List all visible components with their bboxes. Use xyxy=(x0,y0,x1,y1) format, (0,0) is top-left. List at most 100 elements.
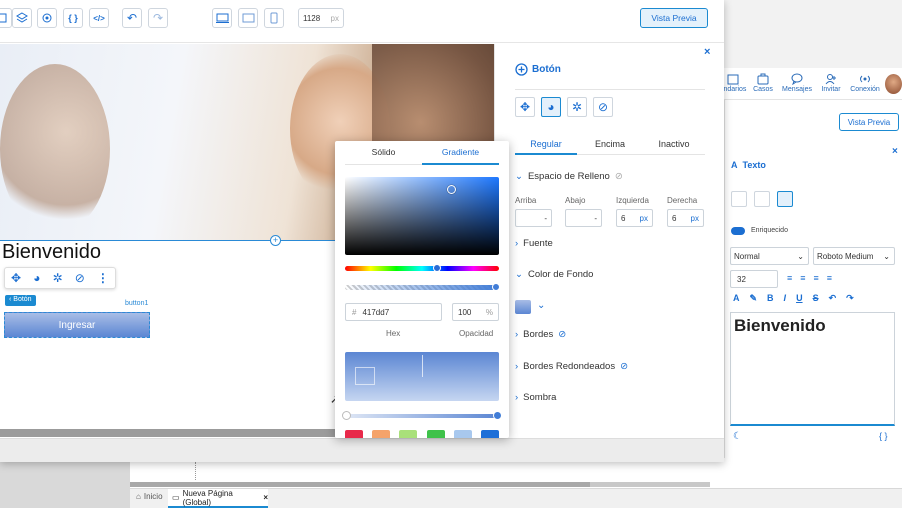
tab-hover[interactable]: Encima xyxy=(579,135,641,155)
splitter-handle[interactable] xyxy=(195,462,199,480)
padding-top-input[interactable]: - xyxy=(515,209,552,227)
styles-icon[interactable] xyxy=(37,8,57,28)
link-icon[interactable]: ⊘ xyxy=(75,271,85,285)
add-section-icon[interactable]: + xyxy=(270,235,281,246)
close-panel-icon[interactable]: × xyxy=(704,46,710,58)
bg-color-swatch[interactable] xyxy=(515,300,531,314)
hex-prefix: # xyxy=(352,307,357,317)
text-icon: A xyxy=(731,160,738,170)
gradient-preview[interactable] xyxy=(345,352,499,401)
padding-left-input[interactable]: 6 px xyxy=(616,209,653,227)
link-icon[interactable]: ⊘ xyxy=(558,329,566,340)
components-icon[interactable] xyxy=(0,8,12,28)
dark-mode-icon[interactable]: ☾ xyxy=(733,431,742,442)
font-select[interactable]: Roboto Medium ⌄ xyxy=(813,247,895,265)
alpha-slider[interactable] xyxy=(345,283,500,291)
undo-icon[interactable]: ↶ xyxy=(829,293,837,307)
color-swatch[interactable] xyxy=(426,430,445,438)
align-right-icon[interactable]: ≡ xyxy=(814,273,819,285)
color-swatch[interactable] xyxy=(345,430,363,438)
layers-icon[interactable] xyxy=(12,8,32,28)
tab-new-page[interactable]: ▭ Nueva Página (Global) × xyxy=(168,489,268,508)
align-center-icon[interactable]: ≡ xyxy=(800,273,805,285)
alpha-handle[interactable] xyxy=(492,283,500,291)
color-swatch[interactable] xyxy=(453,430,472,438)
more-icon[interactable]: ⋮ xyxy=(97,271,109,285)
bold-icon[interactable]: B xyxy=(767,293,774,307)
shadow-section[interactable]: › Sombra xyxy=(515,392,556,403)
redo-icon[interactable]: ↷ xyxy=(846,293,854,307)
tab-gradient[interactable]: Gradiente xyxy=(422,147,499,165)
horizontal-scrollbar[interactable] xyxy=(130,482,710,487)
tab-home[interactable]: ⌂ Inicio xyxy=(136,492,163,501)
underline-icon[interactable]: U xyxy=(796,293,803,307)
back-palette-icon[interactable] xyxy=(754,191,770,207)
chevron-down-icon[interactable]: ⌄ xyxy=(537,300,545,311)
italic-icon[interactable]: I xyxy=(784,293,787,307)
tab-inactive[interactable]: Inactivo xyxy=(643,135,705,155)
nav-connection[interactable]: Conexión xyxy=(845,72,885,93)
link-icon[interactable]: ⊘ xyxy=(620,361,628,372)
position-icon[interactable]: ✥ xyxy=(515,97,535,117)
padding-bottom-input[interactable]: - xyxy=(565,209,602,227)
element-tag[interactable]: ‹ Botón xyxy=(5,295,36,306)
enriched-toggle[interactable] xyxy=(731,227,745,235)
canvas-scrollbar[interactable] xyxy=(0,429,335,437)
highlight-icon[interactable]: ✎ xyxy=(750,293,758,307)
saturation-handle[interactable] xyxy=(447,185,456,194)
color-swatch[interactable] xyxy=(372,430,391,438)
canvas-width-input[interactable]: 1128 px xyxy=(298,8,344,28)
back-position-icon[interactable] xyxy=(731,191,747,207)
code-icon[interactable]: { } xyxy=(879,431,888,441)
saturation-area[interactable] xyxy=(345,177,499,255)
settings-tab-icon[interactable]: ✲ xyxy=(567,97,587,117)
gradient-stop-end[interactable] xyxy=(493,411,502,420)
bg-color-section[interactable]: ⌄ Color de Fondo xyxy=(515,269,593,280)
palette-tab-icon[interactable]: ◕ xyxy=(541,97,561,117)
link-tab-icon[interactable]: ⊘ xyxy=(593,97,613,117)
tab-regular[interactable]: Regular xyxy=(515,135,577,155)
padding-section[interactable]: ⌄ Espacio de Relleno ⊘ xyxy=(515,171,623,182)
font-color-icon[interactable]: A xyxy=(733,293,740,307)
code-view-icon[interactable]: </> xyxy=(89,8,109,28)
hue-handle[interactable] xyxy=(433,264,441,272)
tab-solid[interactable]: Sólido xyxy=(345,147,422,157)
font-section[interactable]: › Fuente xyxy=(515,238,553,249)
opacity-input[interactable]: 100% xyxy=(452,303,499,321)
color-swatch[interactable] xyxy=(480,430,499,438)
link-icon[interactable]: ⊘ xyxy=(615,171,623,182)
gradient-stop-start[interactable] xyxy=(342,411,351,420)
tablet-view-icon[interactable] xyxy=(238,8,258,28)
align-left-icon[interactable]: ≡ xyxy=(787,273,792,285)
desktop-view-icon[interactable] xyxy=(212,8,232,28)
back-close-icon[interactable]: × xyxy=(892,146,898,157)
borders-title: Bordes xyxy=(523,329,554,340)
font-size-input[interactable]: 32 xyxy=(730,270,778,288)
padding-right-input[interactable]: 6 px xyxy=(667,209,704,227)
style-select[interactable]: Normal ⌄ xyxy=(730,247,809,265)
gradient-stops-slider[interactable] xyxy=(342,411,502,420)
hex-input[interactable]: #417dd7 xyxy=(345,303,442,321)
palette-icon[interactable]: ◕ xyxy=(33,271,40,285)
move-icon[interactable]: ✥ xyxy=(11,271,21,285)
close-tab-icon[interactable]: × xyxy=(263,493,268,502)
color-swatch[interactable] xyxy=(399,430,418,438)
gear-icon[interactable]: ✲ xyxy=(53,271,63,285)
ingresar-button[interactable]: Ingresar xyxy=(4,312,150,338)
avatar[interactable] xyxy=(885,74,902,94)
align-justify-icon[interactable]: ≡ xyxy=(827,273,832,285)
back-settings-icon[interactable] xyxy=(777,191,793,207)
preview-button[interactable]: Vista Previa xyxy=(640,8,708,28)
undo-icon[interactable]: ↶ xyxy=(122,8,142,28)
strikethrough-icon[interactable]: S xyxy=(813,293,819,307)
redo-icon[interactable]: ↷ xyxy=(148,8,168,28)
hue-slider[interactable] xyxy=(345,264,499,272)
rounded-borders-section[interactable]: › Bordes Redondeados ⊘ xyxy=(515,361,628,372)
color-picker-popup: Sólido Gradiente #417dd7 100% Hex Opacid… xyxy=(335,141,509,438)
rich-text-editor[interactable]: Bienvenido xyxy=(730,312,895,426)
canvas-heading[interactable]: Bienvenido xyxy=(2,241,101,264)
borders-section[interactable]: › Bordes ⊘ xyxy=(515,329,566,340)
mobile-view-icon[interactable] xyxy=(264,8,284,28)
json-icon[interactable]: { } xyxy=(63,8,83,28)
back-preview-button[interactable]: Vista Previa xyxy=(839,113,899,131)
